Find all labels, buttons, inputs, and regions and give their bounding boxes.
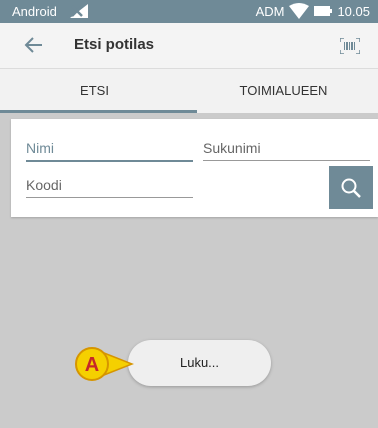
carrier-label: Android bbox=[12, 4, 57, 19]
surname-field-placeholder: Sukunimi bbox=[203, 140, 261, 156]
page-title: Etsi potilas bbox=[74, 36, 155, 53]
loading-text: Luku... bbox=[179, 355, 220, 370]
name-field-placeholder: Nimi bbox=[26, 140, 54, 156]
callout-letter: A bbox=[85, 354, 99, 376]
status-indicators: ADM 10.05 bbox=[256, 3, 370, 19]
back-arrow-icon[interactable] bbox=[24, 35, 44, 55]
app-bar: Etsi potilas bbox=[0, 23, 378, 68]
search-button[interactable] bbox=[329, 166, 373, 209]
no-signal-icon bbox=[70, 4, 88, 18]
callout-a-icon: A bbox=[75, 347, 134, 381]
wifi-icon bbox=[289, 3, 310, 19]
code-field-placeholder: Koodi bbox=[26, 177, 62, 193]
tab-search[interactable]: ETSI bbox=[0, 69, 189, 113]
surname-field[interactable]: Sukunimi bbox=[203, 140, 370, 161]
barcode-scanner-icon[interactable] bbox=[340, 38, 360, 54]
tab-indicator bbox=[0, 110, 197, 113]
code-field[interactable]: Koodi bbox=[26, 177, 193, 198]
operator-label: ADM bbox=[255, 3, 285, 19]
battery-icon bbox=[314, 6, 333, 16]
status-bar: Android ADM 10.05 bbox=[0, 0, 378, 23]
tab-ward[interactable]: TOIMIALUEEN bbox=[189, 69, 378, 113]
search-icon bbox=[341, 178, 361, 198]
clock: 10.05 bbox=[337, 3, 370, 19]
loading-toast: Luku... bbox=[128, 340, 271, 386]
name-field[interactable]: Nimi bbox=[26, 140, 193, 162]
tab-bar: ETSI TOIMIALUEEN bbox=[0, 68, 378, 113]
search-form: Nimi Sukunimi Koodi bbox=[11, 119, 378, 217]
